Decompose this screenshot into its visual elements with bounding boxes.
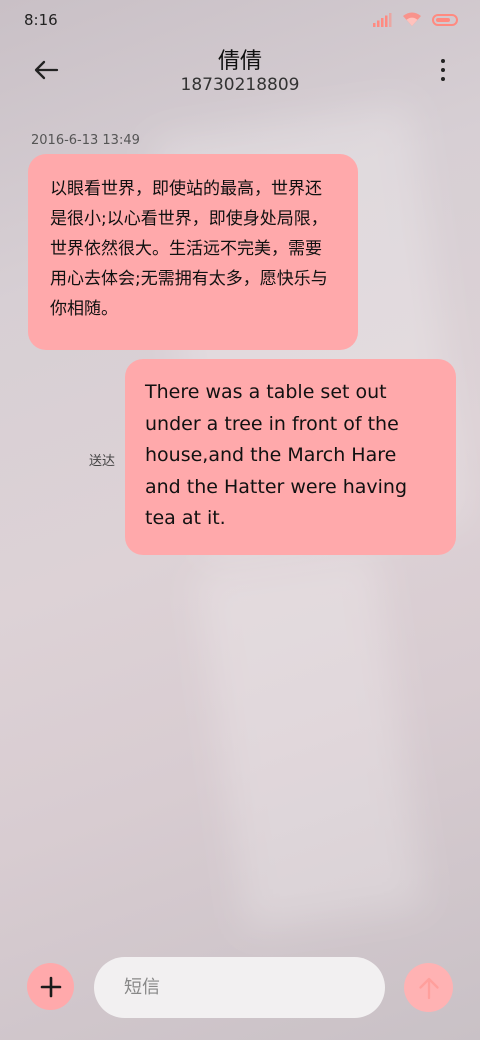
more-options-button[interactable] — [436, 54, 450, 86]
incoming-message-text: 以眼看世界，即使站的最高，世界还是很小;以心看世界，即使身处局限，世界依然很大。… — [50, 179, 328, 319]
more-vertical-icon-dot — [441, 68, 445, 72]
message-input[interactable] — [122, 976, 366, 999]
more-vertical-icon-dot — [441, 77, 445, 81]
background-light-streak — [195, 549, 425, 931]
signal-icon — [373, 13, 392, 27]
status-icons — [372, 12, 458, 27]
wifi-icon — [403, 12, 421, 26]
plus-icon — [40, 976, 61, 997]
outgoing-message-text: There was a table set out under a tree i… — [145, 381, 408, 529]
delivery-status: 送达 — [89, 454, 116, 469]
battery-icon — [432, 13, 458, 26]
more-vertical-icon — [441, 59, 445, 63]
status-time: 8:16 — [24, 11, 58, 29]
contact-number: 18730218809 — [180, 75, 300, 95]
outgoing-message-bubble[interactable]: There was a table set out under a tree i… — [125, 359, 456, 555]
incoming-message-bubble[interactable]: 以眼看世界，即使站的最高，世界还是很小;以心看世界，即使身处局限，世界依然很大。… — [28, 154, 358, 350]
message-input-container[interactable] — [94, 957, 385, 1018]
contact-name: 倩倩 — [217, 49, 262, 74]
battery-level — [436, 17, 450, 22]
status-bar: 8:16 — [0, 0, 480, 40]
conversation-header: 倩倩 18730218809 — [0, 40, 480, 104]
send-button[interactable] — [404, 963, 453, 1012]
add-attachment-button[interactable] — [27, 963, 74, 1010]
message-timestamp: 2016-6-13 13:49 — [31, 133, 140, 148]
arrow-up-icon — [418, 977, 439, 999]
